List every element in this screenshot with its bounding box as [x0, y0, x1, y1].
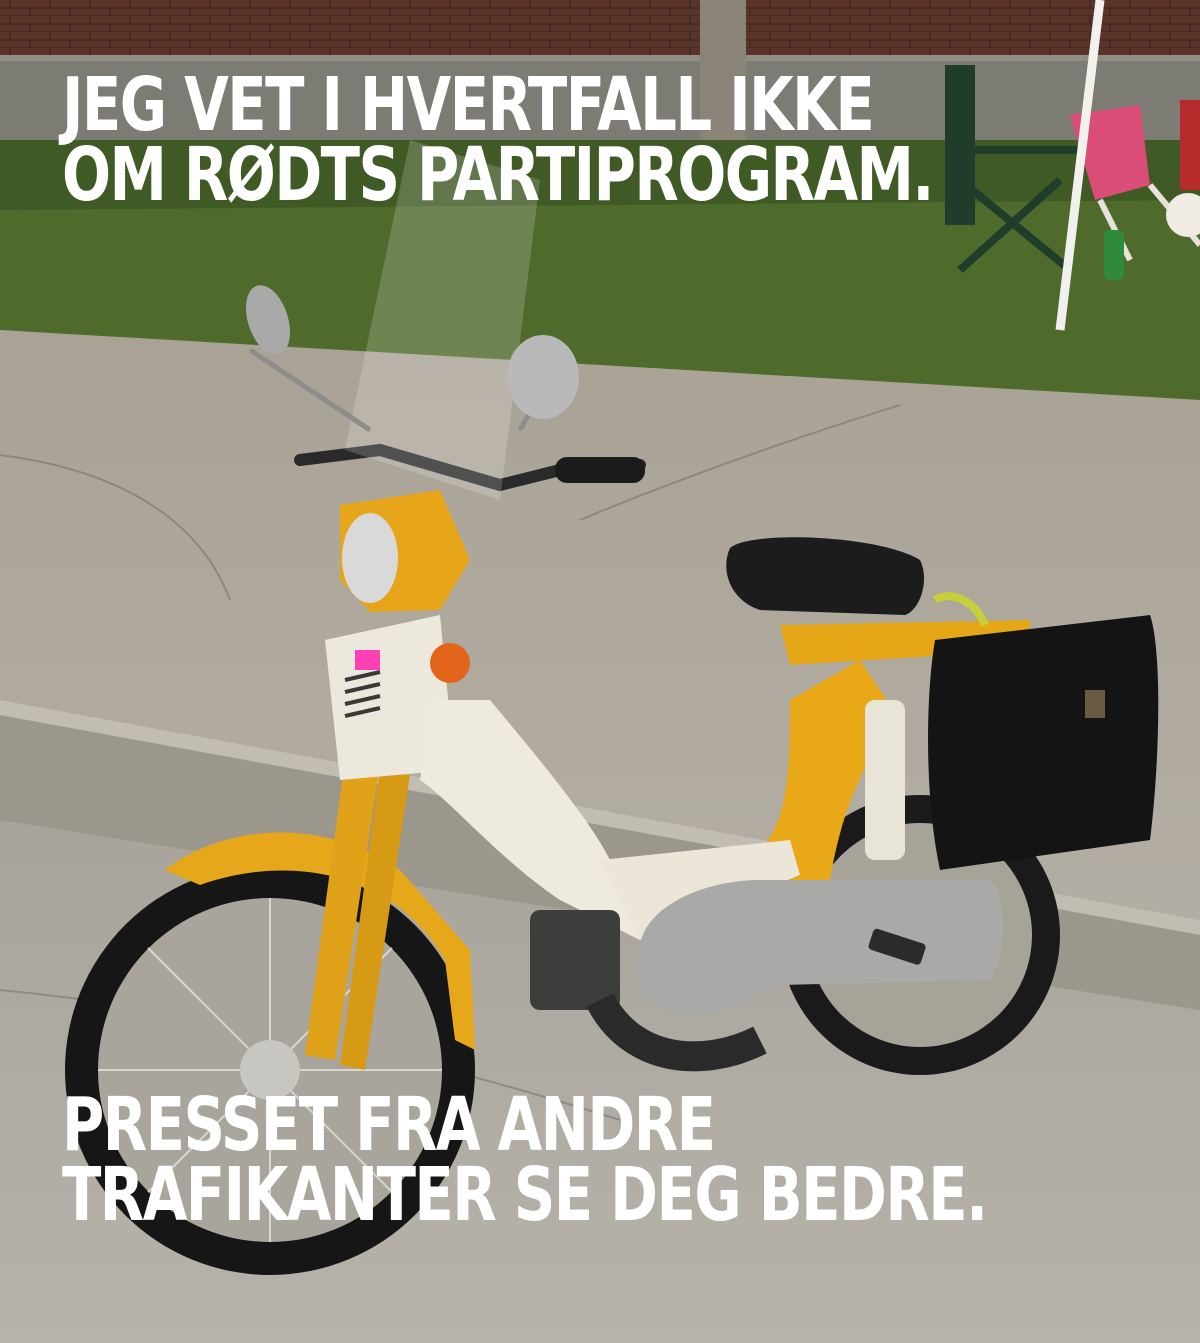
top-caption-line-1: JEG VET I HVERTFALL IKKE [62, 62, 875, 148]
meme-image: JEG VET I HVERTFALL IKKE OM RØDTS PARTIP… [0, 0, 1200, 1343]
top-caption-line-2: OM RØDTS PARTIPROGRAM. [62, 132, 934, 218]
bottom-caption-line-2: TRAFIKANTER SE DEG BEDRE. [62, 1152, 988, 1238]
bottom-caption: PRESSET FRA ANDRE TRAFIKANTER SE DEG BED… [62, 1082, 988, 1238]
brick-wall [0, 0, 1200, 55]
bottom-caption-line-1: PRESSET FRA ANDRE [62, 1082, 716, 1168]
top-caption: JEG VET I HVERTFALL IKKE OM RØDTS PARTIP… [62, 62, 934, 218]
